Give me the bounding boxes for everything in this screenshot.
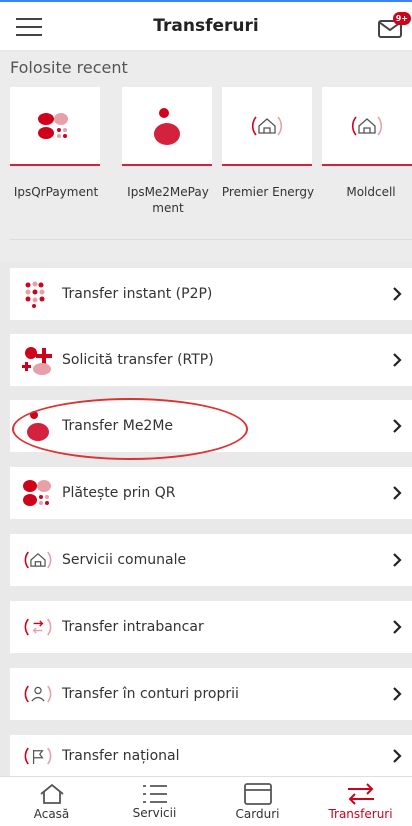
divider [10, 239, 412, 240]
recent-section: Folosite recent IpsQrPayment IpsMe2MePay… [0, 52, 412, 262]
menu-icon[interactable] [16, 18, 42, 36]
menu-item-label: Transfer național [62, 747, 180, 764]
menu-item-transfer-me2me[interactable]: Transfer Me2Me [10, 400, 412, 452]
mail-icon[interactable]: 9+ [377, 12, 411, 42]
home-icon [39, 783, 64, 804]
menu-item-label: Plătește prin QR [62, 485, 176, 501]
recent-tile-premier-energy[interactable] [222, 87, 312, 166]
chevron-right-icon [386, 482, 408, 504]
utilities-house-icon [20, 542, 56, 578]
menu-item-transfer-national[interactable]: Transfer național [10, 735, 412, 776]
instant-transfer-icon [20, 276, 56, 312]
intrabank-transfer-icon [20, 609, 56, 645]
qr-payment-icon [38, 112, 68, 139]
menu-item-transfer-instant[interactable]: Transfer instant (P2P) [10, 268, 412, 320]
menu-item-transfer-conturi-proprii[interactable]: Transfer în conturi proprii [10, 668, 412, 720]
recent-tile-label: IpsQrPayment [13, 185, 99, 199]
app-header: Transferuri 9+ [0, 2, 412, 50]
menu-item-label: Solicită transfer (RTP) [62, 352, 214, 368]
menu-item-solicita-transfer[interactable]: Solicită transfer (RTP) [10, 334, 412, 386]
chevron-right-icon [386, 415, 408, 437]
chevron-right-icon [386, 549, 408, 571]
chevron-right-icon [386, 616, 408, 638]
recent-tile-moldcell[interactable] [322, 87, 412, 166]
chevron-right-icon [386, 283, 408, 305]
menu-item-servicii-comunale[interactable]: Servicii comunale [10, 534, 412, 586]
notification-badge: 9+ [392, 12, 411, 25]
transfer-arrows-icon [347, 782, 374, 805]
menu-item-label: Transfer intrabancar [62, 619, 204, 635]
recent-tile-label: Premier Energy [221, 185, 315, 199]
request-transfer-icon [20, 342, 56, 378]
nav-label: Acasă [33, 806, 70, 821]
menu-item-label: Servicii comunale [62, 552, 187, 568]
qr-payment-icon [20, 475, 56, 511]
recent-label: Folosite recent [10, 58, 128, 77]
nav-label: Carduri [235, 806, 280, 821]
utilities-house-icon [251, 115, 283, 136]
me2me-icon [154, 107, 180, 145]
recent-tile-label: Moldcell [346, 185, 396, 199]
nav-item-servicii[interactable]: Servicii [103, 777, 206, 826]
chevron-right-icon [386, 745, 408, 767]
bottom-navigation: Acasă Servicii Carduri Transferuri [0, 776, 412, 826]
menu-item-plateste-qr[interactable]: Plătește prin QR [10, 467, 412, 519]
nav-item-acasa[interactable]: Acasă [0, 777, 103, 826]
recent-tile-label: IpsMe2MePay ment [127, 185, 209, 215]
recent-tile-ipsme2mepayment[interactable] [122, 87, 212, 166]
own-accounts-transfer-icon [20, 676, 56, 712]
nav-item-carduri[interactable]: Carduri [206, 777, 309, 826]
nav-label: Transferuri [328, 806, 393, 821]
utilities-house-icon [351, 115, 383, 136]
menu-item-label: Transfer Me2Me [62, 418, 174, 434]
me2me-icon [20, 408, 56, 444]
nav-item-transferuri[interactable]: Transferuri [309, 777, 412, 826]
national-transfer-icon [20, 738, 56, 774]
menu-item-label: Transfer în conturi proprii [62, 686, 239, 702]
menu-item-transfer-intrabancar[interactable]: Transfer intrabancar [10, 601, 412, 653]
card-icon [243, 782, 272, 805]
page-title: Transferuri [153, 16, 259, 36]
chevron-right-icon [386, 683, 408, 705]
chevron-right-icon [386, 349, 408, 371]
recent-tile-ipsqrpayment[interactable] [10, 87, 100, 166]
menu-item-label: Transfer instant (P2P) [62, 286, 213, 302]
nav-label: Servicii [132, 805, 177, 820]
list-icon [142, 784, 167, 803]
